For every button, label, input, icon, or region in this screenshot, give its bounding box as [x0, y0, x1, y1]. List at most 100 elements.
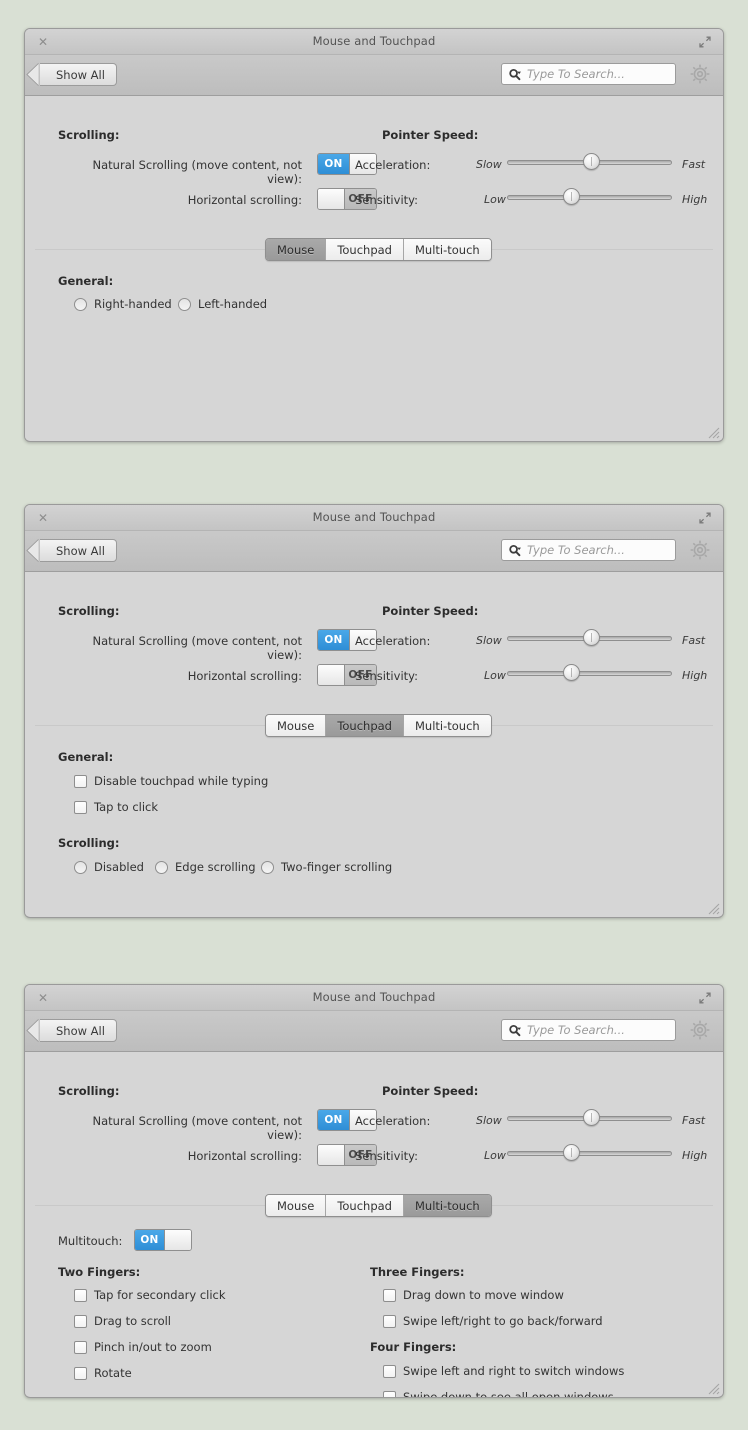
acceleration-slider[interactable]: [507, 1109, 672, 1127]
pointer-speed-heading: Pointer Speed:: [382, 128, 479, 142]
slider-knob[interactable]: [582, 153, 600, 170]
checkbox-drag-to-scroll[interactable]: [74, 1314, 87, 1328]
search-box[interactable]: [501, 1019, 676, 1041]
resize-grip[interactable]: [707, 1380, 720, 1395]
tab-multi-touch[interactable]: Multi-touch: [403, 1195, 491, 1216]
acceleration-max-label: Fast: [682, 1114, 706, 1127]
gear-icon[interactable]: [689, 63, 711, 85]
sensitivity-slider[interactable]: [507, 188, 672, 206]
tab-mouse[interactable]: Mouse: [266, 715, 327, 736]
show-all-label: Show All: [56, 67, 105, 82]
slider-knob[interactable]: [562, 664, 580, 681]
expand-icon[interactable]: [698, 511, 712, 525]
checkbox-row-tap-to-click[interactable]: Tap to click: [74, 800, 158, 814]
radio-two-finger-scrolling[interactable]: [261, 860, 274, 874]
checkbox-pinch-in-out-to-zoom[interactable]: [74, 1340, 87, 1354]
radio-row-right-handed[interactable]: Right-handed: [74, 297, 172, 311]
search-box[interactable]: [501, 63, 676, 85]
horizontal-scrolling-label: Horizontal scrolling:: [187, 193, 302, 207]
pane-tabs: Mouse Touchpad Multi-touch: [265, 714, 492, 737]
toolbar: Show All: [25, 55, 723, 96]
sensitivity-max-label: High: [682, 669, 708, 682]
show-all-button[interactable]: Show All: [40, 539, 117, 562]
toggle-knob: [318, 665, 344, 685]
multitouch-toggle[interactable]: ON: [134, 1229, 192, 1251]
title-bar: ✕ Mouse and Touchpad: [25, 985, 723, 1011]
radio-right-handed[interactable]: [74, 297, 87, 311]
tab-mouse[interactable]: Mouse: [266, 1195, 327, 1216]
search-input[interactable]: [525, 1022, 669, 1038]
tab-multi-touch[interactable]: Multi-touch: [403, 715, 491, 736]
slider-knob[interactable]: [582, 1109, 600, 1126]
checkbox-row-drag-down-to-move-window[interactable]: Drag down to move window: [383, 1288, 564, 1302]
checkbox-row-rotate[interactable]: Rotate: [74, 1366, 132, 1380]
checkbox-label-drag-to-scroll: Drag to scroll: [94, 1314, 172, 1328]
checkbox-label-drag-down-to-move-window: Drag down to move window: [403, 1288, 564, 1302]
checkbox-tap-for-secondary-click[interactable]: [74, 1288, 87, 1302]
sensitivity-slider[interactable]: [507, 664, 672, 682]
multitouch-toggle-state: ON: [135, 1230, 165, 1250]
search-input[interactable]: [525, 66, 669, 82]
checkbox-swipe-down-see-all-windows[interactable]: [383, 1390, 396, 1397]
slider-knob[interactable]: [562, 1144, 580, 1161]
acceleration-slider[interactable]: [507, 153, 672, 171]
toggle-knob: [318, 189, 344, 209]
sensitivity-slider[interactable]: [507, 1144, 672, 1162]
checkbox-label-disable-touchpad-while-typing: Disable touchpad while typing: [94, 774, 269, 788]
horizontal-scrolling-label: Horizontal scrolling:: [187, 1149, 302, 1163]
radio-row-left-handed[interactable]: Left-handed: [178, 297, 267, 311]
tab-touchpad[interactable]: Touchpad: [326, 715, 404, 736]
radio-row-disabled[interactable]: Disabled: [74, 860, 144, 874]
checkbox-row-swipe-down-see-all-windows[interactable]: Swipe down to see all open windows: [383, 1390, 614, 1398]
tab-touchpad[interactable]: Touchpad: [326, 239, 404, 260]
checkbox-label-swipe-down-see-all-windows: Swipe down to see all open windows: [403, 1390, 614, 1398]
radio-row-edge-scrolling[interactable]: Edge scrolling: [155, 860, 256, 874]
natural-scrolling-toggle-state: ON: [318, 630, 350, 650]
show-all-button[interactable]: Show All: [40, 63, 117, 86]
search-box[interactable]: [501, 539, 676, 561]
checkbox-drag-down-to-move-window[interactable]: [383, 1288, 396, 1302]
checkbox-swipe-left-right-back-forward[interactable]: [383, 1314, 396, 1328]
checkbox-row-swipe-left-right-back-forward[interactable]: Swipe left/right to go back/forward: [383, 1314, 603, 1328]
checkbox-label-tap-for-secondary-click: Tap for secondary click: [94, 1288, 226, 1302]
two-fingers-heading: Two Fingers:: [58, 1265, 141, 1279]
checkbox-rotate[interactable]: [74, 1366, 87, 1380]
expand-icon[interactable]: [698, 991, 712, 1005]
general-heading: General:: [58, 750, 114, 764]
toolbar: Show All: [25, 1011, 723, 1052]
acceleration-slider[interactable]: [507, 629, 672, 647]
radio-label-disabled: Disabled: [94, 860, 144, 874]
scrolling-heading: Scrolling:: [58, 1084, 120, 1098]
radio-edge-scrolling[interactable]: [155, 860, 168, 874]
checkbox-disable-touchpad-while-typing[interactable]: [74, 774, 87, 788]
tab-mouse[interactable]: Mouse: [266, 239, 327, 260]
radio-row-two-finger-scrolling[interactable]: Two-finger scrolling: [261, 860, 392, 874]
radio-label-left-handed: Left-handed: [198, 297, 268, 311]
checkbox-row-tap-for-secondary-click[interactable]: Tap for secondary click: [74, 1288, 226, 1302]
tab-multi-touch[interactable]: Multi-touch: [403, 239, 491, 260]
slider-knob[interactable]: [582, 629, 600, 646]
sensitivity-min-label: Low: [484, 193, 506, 206]
expand-icon[interactable]: [698, 35, 712, 49]
pane-tabs: Mouse Touchpad Multi-touch: [265, 1194, 492, 1217]
radio-left-handed[interactable]: [178, 297, 191, 311]
checkbox-swipe-left-right-switch-windows[interactable]: [383, 1364, 396, 1378]
search-input[interactable]: [525, 542, 669, 558]
show-all-button[interactable]: Show All: [40, 1019, 117, 1042]
window-mouse-and-touchpad-2: ✕ Mouse and Touchpad Show All Type To Se…: [24, 504, 724, 918]
gear-icon[interactable]: [689, 539, 711, 561]
checkbox-row-drag-to-scroll[interactable]: Drag to scroll: [74, 1314, 171, 1328]
radio-disabled[interactable]: [74, 860, 87, 874]
checkbox-row-swipe-left-right-switch-windows[interactable]: Swipe left and right to switch windows: [383, 1364, 624, 1378]
gear-icon[interactable]: [689, 1019, 711, 1041]
search-icon: [508, 67, 522, 81]
slider-knob[interactable]: [562, 188, 580, 205]
resize-grip[interactable]: [707, 424, 720, 439]
acceleration-max-label: Fast: [682, 158, 706, 171]
checkbox-tap-to-click[interactable]: [74, 800, 87, 814]
checkbox-row-disable-touchpad-while-typing[interactable]: Disable touchpad while typing: [74, 774, 268, 788]
checkbox-row-pinch-in-out-to-zoom[interactable]: Pinch in/out to zoom: [74, 1340, 212, 1354]
resize-grip[interactable]: [707, 900, 720, 915]
touchpad-scrolling-heading: Scrolling:: [58, 836, 120, 850]
tab-touchpad[interactable]: Touchpad: [326, 1195, 404, 1216]
